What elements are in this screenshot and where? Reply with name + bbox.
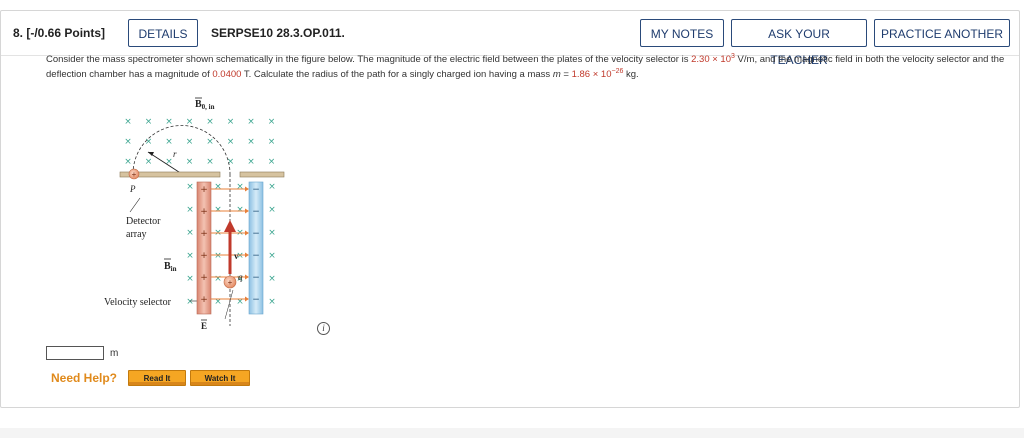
detector-leader-line (129, 197, 141, 213)
radius-line (147, 151, 183, 175)
field-cross-mark: × (214, 274, 222, 284)
field-cross-mark: × (124, 137, 132, 147)
e-field-arrowhead (245, 296, 249, 302)
e-label: E (201, 321, 207, 331)
field-cross-mark: × (268, 137, 276, 147)
field-cross-mark: × (268, 228, 276, 238)
field-cross-mark: × (186, 297, 194, 307)
question-header: 8. [-/0.66 Points] DETAILS SERPSE10 28.3… (1, 11, 1019, 67)
field-cross-mark: × (227, 117, 235, 127)
field-cross-mark: × (124, 157, 132, 167)
minus-sign: − (252, 207, 260, 217)
field-cross-mark: × (214, 251, 222, 261)
mass-spectrometer-figure: × × × × × × × ×× × × × × × × ×× × × × × × × ×× × × ×× × × ×× × × ×× × × ×… (104, 97, 285, 331)
e-field-arrowhead (245, 208, 249, 214)
field-cross-mark: × (268, 157, 276, 167)
field-cross-mark: × (186, 228, 194, 238)
minus-sign: − (252, 273, 260, 283)
point-p-label: P (129, 184, 136, 194)
field-cross-mark: × (268, 274, 276, 284)
watch-it-button[interactable]: Watch It (190, 370, 250, 386)
field-cross-mark: × (268, 205, 276, 215)
e-field-arrowhead (245, 252, 249, 258)
field-cross-mark: × (268, 297, 276, 307)
plus-sign: + (200, 185, 208, 195)
field-cross-mark: × (236, 182, 244, 192)
plus-sign: + (200, 251, 208, 261)
ion-charge-sign: + (132, 170, 137, 179)
field-cross-mark: × (145, 157, 153, 167)
mass-value: 1.86 × 10−26 (571, 68, 624, 80)
field-cross-mark: × (124, 117, 132, 127)
e-field-arrowhead (245, 230, 249, 236)
field-cross-mark: × (165, 117, 173, 127)
field-cross-mark: × (268, 251, 276, 261)
velocity-arrowhead (224, 220, 236, 232)
minus-sign: − (252, 295, 260, 305)
field-cross-mark: × (214, 182, 222, 192)
radius-label: r (173, 149, 177, 159)
velocity-selector-label: Velocity selector (104, 297, 172, 308)
info-icon[interactable]: i (317, 322, 330, 335)
field-cross-mark: × (247, 137, 255, 147)
e-field-value: 2.30 × 103 (691, 53, 735, 65)
details-button[interactable]: DETAILS (128, 19, 198, 47)
minus-sign: − (252, 185, 260, 195)
field-cross-mark: × (268, 182, 276, 192)
need-help-label: Need Help? (51, 371, 118, 385)
field-cross-mark: × (145, 117, 153, 127)
field-cross-mark: × (247, 157, 255, 167)
detector-label-line1: Detector (126, 216, 161, 227)
minus-sign: − (252, 251, 260, 261)
field-cross-mark: × (268, 117, 276, 127)
field-cross-mark: × (247, 117, 255, 127)
problem-text-3: T. Calculate the radius of the path for … (241, 69, 553, 80)
problem-statement: Consider the mass spectrometer shown sch… (46, 53, 1005, 80)
field-cross-mark: × (227, 137, 235, 147)
field-cross-mark: × (206, 117, 214, 127)
field-cross-mark: × (186, 137, 194, 147)
field-cross-mark: × (186, 205, 194, 215)
plus-sign: + (200, 207, 208, 217)
read-it-button[interactable]: Read It (128, 370, 186, 386)
problem-text-4: kg. (623, 69, 639, 80)
practice-another-button[interactable]: PRACTICE ANOTHER (874, 19, 1010, 47)
field-cross-mark: × (214, 205, 222, 215)
problem-text-1: Consider the mass spectrometer shown sch… (46, 54, 692, 65)
my-notes-button[interactable]: MY NOTES (640, 19, 724, 47)
page-bottom-bar (0, 428, 1024, 438)
ion-q-sign: + (228, 278, 233, 287)
e-leader-line (224, 289, 234, 320)
field-cross-mark: × (165, 137, 173, 147)
plus-sign: + (200, 295, 208, 305)
plus-sign: + (200, 273, 208, 283)
q-label: q (238, 272, 243, 282)
detector-label-line2: array (126, 229, 147, 240)
field-cross-mark: × (236, 205, 244, 215)
detector-array-right (239, 171, 285, 178)
field-cross-mark: × (186, 274, 194, 284)
ask-teacher-button[interactable]: ASK YOUR TEACHER (731, 19, 867, 67)
answer-input[interactable] (46, 346, 104, 360)
answer-unit: m (110, 348, 119, 359)
field-cross-mark: × (186, 251, 194, 261)
e-field-arrowhead (245, 274, 249, 280)
field-cross-mark: × (206, 157, 214, 167)
mass-variable: m (552, 69, 561, 80)
b0-label: B0, in (195, 99, 215, 111)
b-field-value: 0.0400 (212, 69, 242, 80)
minus-sign: − (252, 229, 260, 239)
field-cross-mark: × (186, 182, 194, 192)
plus-sign: + (200, 229, 208, 239)
field-cross-mark: × (206, 137, 214, 147)
v-label: v (234, 251, 239, 261)
e-field-arrowhead (245, 186, 249, 192)
question-id: SERPSE10 28.3.OP.011. (211, 26, 345, 40)
field-cross-mark: × (145, 137, 153, 147)
question-number: 8. [-/0.66 Points] (13, 26, 106, 40)
bin-label: Bin (164, 261, 177, 273)
field-cross-mark: × (186, 157, 194, 167)
